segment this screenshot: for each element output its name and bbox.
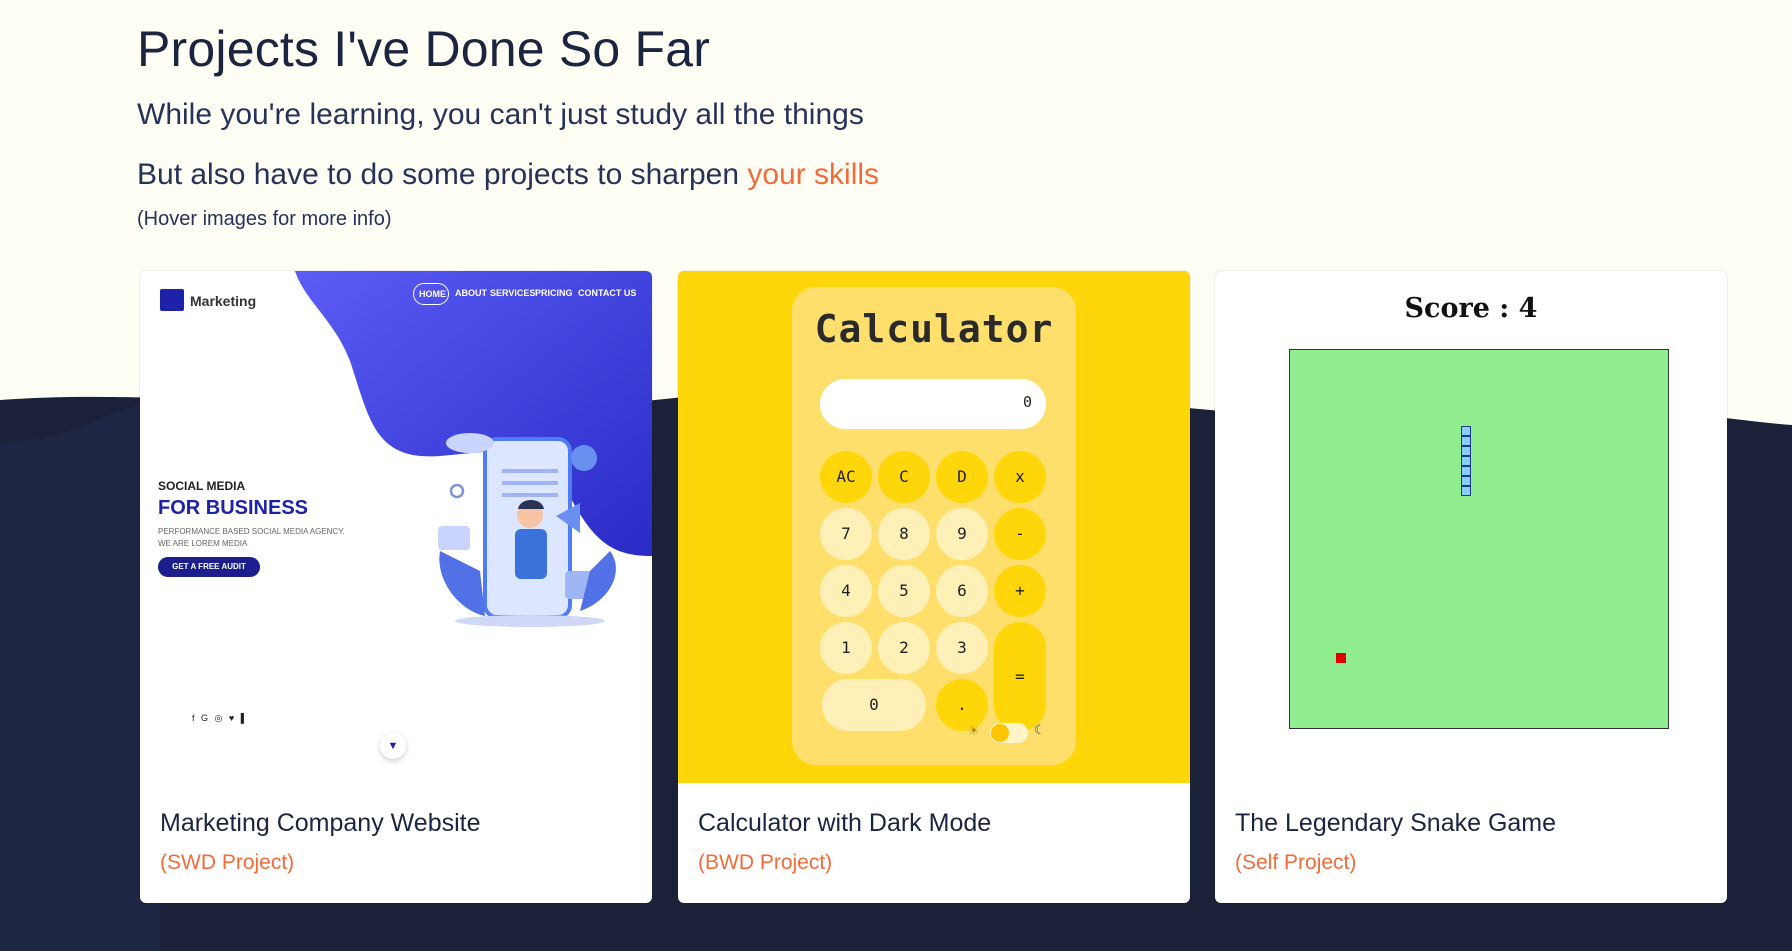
snake-segment (1461, 476, 1471, 486)
calc-key-equals: = (994, 622, 1046, 731)
calculator-preview-image[interactable]: Calculator 0 AC C D x 7 8 9 - 4 5 6 + 1 … (678, 271, 1190, 783)
marketing-nav-about: ABOUT (455, 288, 487, 298)
snake-segment (1461, 466, 1471, 476)
project-title: The Legendary Snake Game (1235, 809, 1557, 837)
calc-key-ac: AC (820, 451, 872, 503)
marketing-nav-home: HOME (419, 289, 446, 299)
project-subtitle: (BWD Project) (698, 851, 833, 874)
subtitle-accent: your skills (747, 158, 880, 191)
calculator-heading: Calculator (814, 307, 1054, 351)
calculator-display-value: 0 (1022, 393, 1032, 411)
projects-header: Projects I've Done So Far While you're l… (137, 20, 879, 231)
marketing-nav-contact: CONTACT US (578, 288, 637, 298)
snake-board (1289, 349, 1669, 729)
subtitle-prefix: But also have to do some projects to sha… (137, 158, 748, 191)
project-subtitle: (SWD Project) (160, 851, 295, 874)
marketing-desc-line-2: WE ARE LOREM MEDIA (158, 539, 248, 548)
calc-key-3: 3 (936, 622, 988, 674)
arrow-down-icon: ▼ (380, 733, 406, 759)
calc-key-minus: - (994, 508, 1046, 560)
marketing-kicker: SOCIAL MEDIA (158, 479, 246, 493)
marketing-nav-pricing: PRICING (535, 288, 573, 298)
project-title: Calculator with Dark Mode (698, 809, 992, 837)
project-subtitle: (Self Project) (1235, 851, 1357, 874)
marketing-preview-image[interactable]: Marketing HOME ABOUT SERVICES PRICING CO… (140, 271, 652, 783)
snake-segment (1461, 486, 1471, 496)
marketing-cta-button: GET A FREE AUDIT (158, 557, 260, 577)
calc-key-6: 6 (936, 565, 988, 617)
calc-key-8: 8 (878, 508, 930, 560)
calc-key-multiply: x (994, 451, 1046, 503)
dark-mode-toggle (990, 723, 1028, 743)
snake-food (1336, 653, 1346, 663)
calc-key-2: 2 (878, 622, 930, 674)
marketing-social-icons: f G ◎ ♥ ▌ (192, 713, 250, 723)
marketing-headline: FOR BUSINESS (158, 497, 309, 519)
project-card-calculator[interactable]: Calculator 0 AC C D x 7 8 9 - 4 5 6 + 1 … (678, 271, 1190, 903)
snake-segment (1461, 436, 1471, 446)
marketing-desc-line-1: PERFORMANCE BASED SOCIAL MEDIA AGENCY. (158, 527, 345, 536)
calc-key-5: 5 (878, 565, 930, 617)
calc-key-0: 0 (822, 679, 926, 731)
calc-key-4: 4 (820, 565, 872, 617)
calc-key-c: C (878, 451, 930, 503)
calc-key-plus: + (994, 565, 1046, 617)
marketing-description: PERFORMANCE BASED SOCIAL MEDIA AGENCY. W… (158, 526, 345, 550)
calc-key-decimal: . (936, 679, 988, 731)
snake-score: Score : 4 (1404, 293, 1538, 324)
calc-key-1: 1 (820, 622, 872, 674)
calc-key-7: 7 (820, 508, 872, 560)
subtitle-line-2: But also have to do some projects to sha… (137, 152, 879, 198)
calc-key-d: D (936, 451, 988, 503)
calculator-body: Calculator 0 AC C D x 7 8 9 - 4 5 6 + 1 … (792, 287, 1076, 765)
sun-icon: ☀ (968, 723, 980, 738)
snake-segment (1461, 446, 1471, 456)
snake-segment (1461, 456, 1471, 466)
calc-key-9: 9 (936, 508, 988, 560)
marketing-nav-services: SERVICES (490, 288, 536, 298)
hover-hint: (Hover images for more info) (137, 208, 392, 230)
marketing-logo-text: Marketing (190, 293, 257, 309)
calculator-display: 0 (820, 379, 1046, 429)
project-card-snake[interactable]: Score : 4 The Legendary Snake Game (Self… (1215, 271, 1727, 903)
subtitle-line-1: While you're learning, you can't just st… (137, 98, 864, 131)
project-card-marketing[interactable]: Marketing HOME ABOUT SERVICES PRICING CO… (140, 271, 652, 903)
moon-icon: ☾ (1034, 722, 1046, 737)
snake-preview-image[interactable]: Score : 4 (1215, 271, 1727, 783)
project-title: Marketing Company Website (160, 809, 481, 837)
snake-segment (1461, 426, 1471, 436)
page-title: Projects I've Done So Far (137, 21, 711, 77)
